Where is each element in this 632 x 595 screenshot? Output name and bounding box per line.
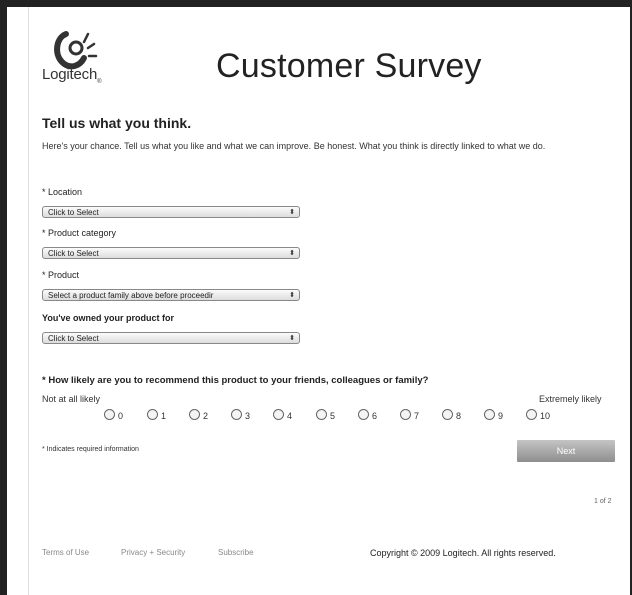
rating-radio-6[interactable]: 6 — [358, 409, 377, 421]
next-button[interactable]: Next — [517, 440, 615, 462]
scale-low-label: Not at all likely — [42, 394, 101, 404]
radio-circle-icon[interactable] — [147, 409, 158, 420]
select-arrows-icon: ⬍ — [289, 292, 295, 299]
product-select-value: Select a product family above before pro… — [48, 291, 214, 300]
rating-radio-2[interactable]: 2 — [189, 409, 208, 421]
copyright-text: Copyright © 2009 Logitech. All rights re… — [370, 548, 556, 558]
rating-radio-5[interactable]: 5 — [316, 409, 335, 421]
radio-circle-icon[interactable] — [231, 409, 242, 420]
ownership-duration-label: You've owned your product for — [42, 313, 174, 323]
location-label: * Location — [42, 187, 83, 197]
rating-radio-4[interactable]: 4 — [273, 409, 292, 421]
subscribe-link[interactable]: Subscribe — [218, 548, 254, 557]
radio-circle-icon[interactable] — [316, 409, 327, 420]
section-heading: Tell us what you think. — [42, 115, 192, 131]
rating-radio-10[interactable]: 10 — [526, 409, 550, 421]
rating-radio-9[interactable]: 9 — [484, 409, 503, 421]
product-category-select[interactable]: Click to Select ⬍ — [42, 247, 300, 259]
radio-circle-icon[interactable] — [104, 409, 115, 420]
page-indicator: 1 of 2 — [594, 498, 612, 505]
product-select[interactable]: Select a product family above before pro… — [42, 289, 300, 301]
radio-circle-icon[interactable] — [442, 409, 453, 420]
radio-circle-icon[interactable] — [400, 409, 411, 420]
radio-circle-icon[interactable] — [526, 409, 537, 420]
logitech-wordmark: Logitech® — [42, 66, 102, 85]
radio-circle-icon[interactable] — [273, 409, 284, 420]
rating-radio-1[interactable]: 1 — [147, 409, 166, 421]
select-arrows-icon: ⬍ — [289, 209, 295, 216]
select-arrows-icon: ⬍ — [289, 250, 295, 257]
terms-of-use-link[interactable]: Terms of Use — [42, 548, 89, 557]
ownership-duration-select[interactable]: Click to Select ⬍ — [42, 332, 300, 344]
window-left-border — [0, 0, 7, 595]
location-select[interactable]: Click to Select ⬍ — [42, 206, 300, 218]
rating-radio-8[interactable]: 8 — [442, 409, 461, 421]
recommend-question: * How likely are you to recommend this p… — [42, 375, 429, 386]
rating-radio-0[interactable]: 0 — [104, 409, 123, 421]
page-title: Customer Survey — [216, 47, 482, 85]
radio-circle-icon[interactable] — [189, 409, 200, 420]
scale-high-label: Extremely likely — [539, 394, 602, 404]
ownership-duration-select-value: Click to Select — [48, 334, 99, 343]
privacy-security-link[interactable]: Privacy + Security — [121, 548, 185, 557]
radio-circle-icon[interactable] — [484, 409, 495, 420]
select-arrows-icon: ⬍ — [289, 335, 295, 342]
intro-text: Here's your chance. Tell us what you lik… — [42, 141, 546, 151]
product-label: * Product — [42, 270, 80, 280]
window-top-border — [0, 0, 632, 7]
rating-radio-7[interactable]: 7 — [400, 409, 419, 421]
product-category-label: * Product category — [42, 228, 117, 238]
product-category-select-value: Click to Select — [48, 249, 99, 258]
location-select-value: Click to Select — [48, 208, 99, 217]
rating-radio-3[interactable]: 3 — [231, 409, 250, 421]
radio-circle-icon[interactable] — [358, 409, 369, 420]
required-note: * Indicates required information — [42, 446, 139, 453]
